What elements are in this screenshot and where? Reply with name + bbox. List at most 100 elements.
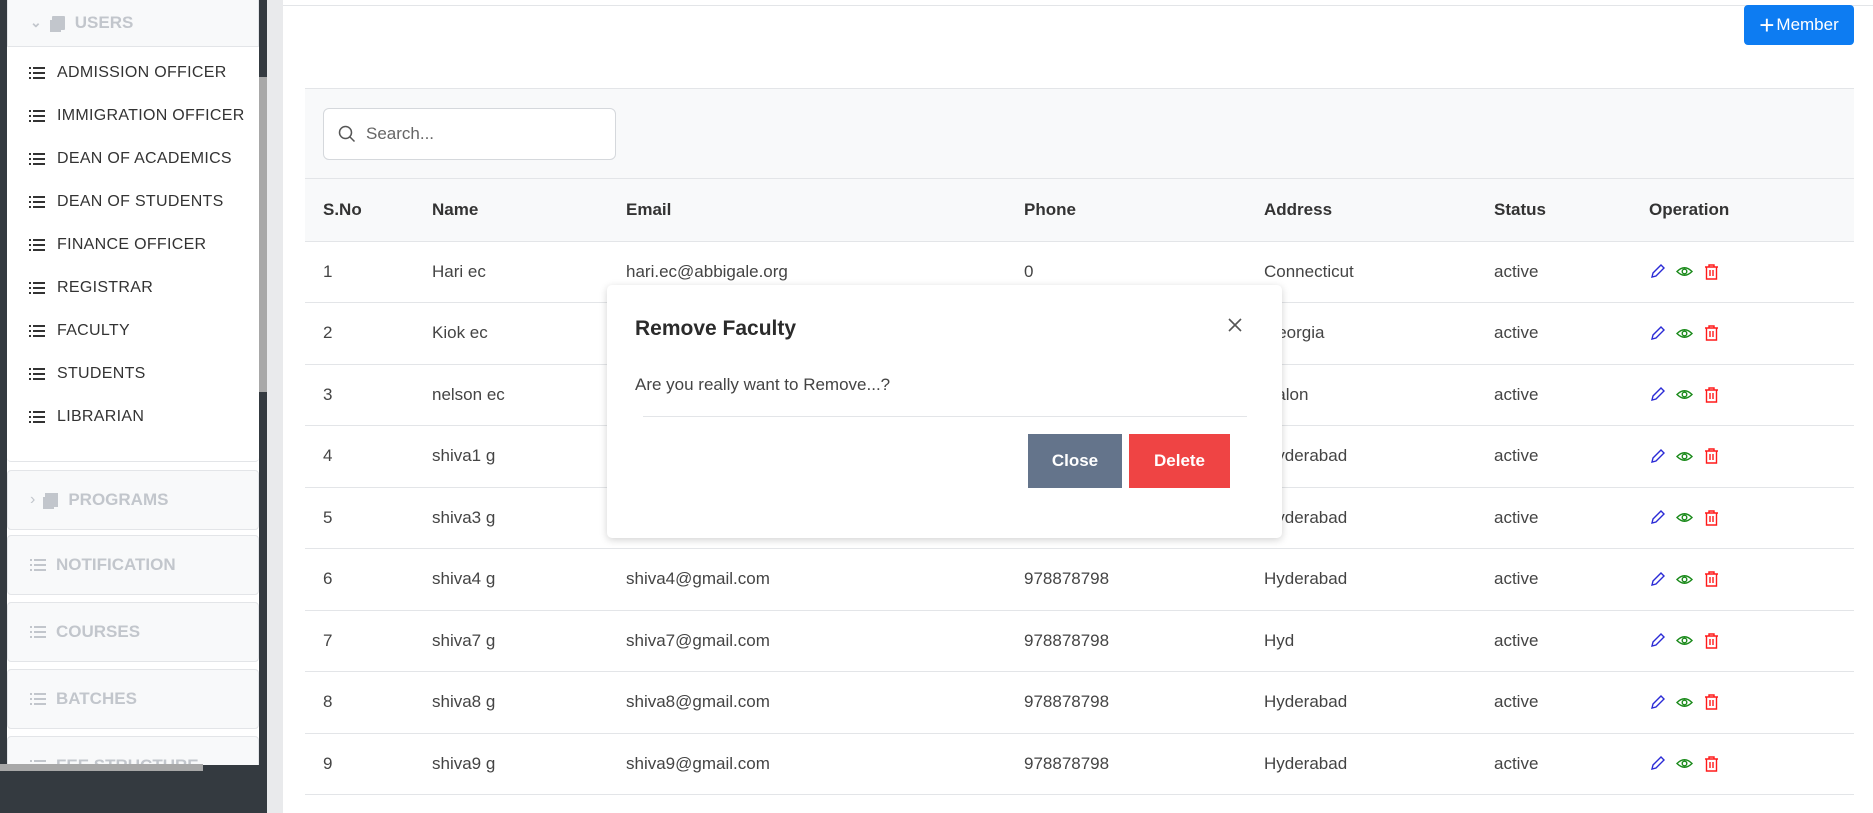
cell-sno: 3 xyxy=(305,364,432,426)
delete-icon[interactable] xyxy=(1703,632,1720,650)
cell-address: Georgia xyxy=(1264,302,1494,365)
table-toolbar xyxy=(305,89,1854,179)
cell-address: Hyderabad xyxy=(1264,548,1494,611)
column-header-name: Name xyxy=(432,179,626,242)
cell-email: shiva8@gmail.com xyxy=(626,671,1024,734)
sidebar-vertical-scrollbar[interactable] xyxy=(259,77,267,392)
cell-name: shiva9 g xyxy=(432,733,626,795)
delete-icon[interactable] xyxy=(1703,386,1720,404)
sidebar-item-label: DEAN OF STUDENTS xyxy=(57,193,224,210)
view-icon[interactable] xyxy=(1676,755,1693,772)
cell-address: Connecticut xyxy=(1264,241,1494,303)
cell-operation xyxy=(1649,302,1854,365)
cell-operation xyxy=(1649,610,1854,672)
delete-icon[interactable] xyxy=(1703,447,1720,465)
column-header-operation: Operation xyxy=(1649,179,1854,242)
view-icon[interactable] xyxy=(1676,694,1693,711)
view-icon[interactable] xyxy=(1676,386,1693,403)
cell-sno: 9 xyxy=(305,733,432,795)
cell-phone: 978878798 xyxy=(1024,548,1264,611)
sidebar-item-faculty[interactable]: FACULTY xyxy=(29,322,130,340)
sidebar-item-label: REGISTRAR xyxy=(57,279,154,296)
sidebar-section-users[interactable]: ⌄ USERS xyxy=(7,0,259,47)
cell-name: shiva3 g xyxy=(432,487,626,549)
cell-address: Hyd xyxy=(1264,610,1494,672)
cell-sno: 7 xyxy=(305,610,432,672)
edit-icon[interactable] xyxy=(1649,448,1666,465)
cell-address: Halon xyxy=(1264,364,1494,426)
cell-phone: 978878798 xyxy=(1024,610,1264,672)
column-header-status: Status xyxy=(1494,179,1649,242)
remove-faculty-modal: Remove Faculty Are you really want to Re… xyxy=(607,285,1282,538)
table-row: 7 shiva7 g shiva7@gmail.com 978878798 Hyd act… xyxy=(305,610,1854,672)
view-icon[interactable] xyxy=(1676,632,1693,649)
edit-icon[interactable] xyxy=(1649,509,1666,526)
sidebar-item-label: ADMISSION OFFICER xyxy=(57,64,227,81)
edit-icon[interactable] xyxy=(1649,755,1666,772)
edit-icon[interactable] xyxy=(1649,325,1666,342)
sidebar-section-label: COURSES xyxy=(56,622,141,641)
cell-status: active xyxy=(1494,302,1649,365)
cell-name: Hari ec xyxy=(432,241,626,303)
sidebar-item-immigration-officer[interactable]: IMMIGRATION OFFICER xyxy=(29,107,245,125)
edit-icon[interactable] xyxy=(1649,632,1666,649)
sidebar-item-dean-of-academics[interactable]: DEAN OF ACADEMICS xyxy=(29,150,232,168)
cell-address: Hyderabad xyxy=(1264,733,1494,795)
delete-icon[interactable] xyxy=(1703,509,1720,527)
sidebar-item-admission-officer[interactable]: ADMISSION OFFICER xyxy=(29,64,227,82)
sidebar-section-label: USERS xyxy=(74,12,134,32)
edit-icon[interactable] xyxy=(1649,386,1666,403)
close-icon[interactable] xyxy=(1227,317,1243,338)
view-icon[interactable] xyxy=(1676,571,1693,588)
edit-icon[interactable] xyxy=(1649,694,1666,711)
sidebar-item-registrar[interactable]: REGISTRAR xyxy=(29,279,153,297)
cell-operation xyxy=(1649,364,1854,426)
sidebar-section-courses[interactable]: COURSES xyxy=(7,602,259,662)
view-icon[interactable] xyxy=(1676,509,1693,526)
cell-operation xyxy=(1649,733,1854,795)
sidebar-horizontal-scrollbar[interactable] xyxy=(0,764,203,771)
list-icon xyxy=(29,67,45,79)
sidebar-item-students[interactable]: STUDENTS xyxy=(29,365,146,383)
cell-name: nelson ec xyxy=(432,364,626,426)
cell-sno: 8 xyxy=(305,671,432,734)
table-row: 6 shiva4 g shiva4@gmail.com 978878798 Hydera… xyxy=(305,548,1854,611)
add-member-button[interactable]: + Member xyxy=(1744,5,1854,45)
column-header-email: Email xyxy=(626,179,1024,242)
sidebar-item-label: STUDENTS xyxy=(57,365,146,382)
search-box[interactable] xyxy=(323,108,616,160)
list-icon xyxy=(30,693,46,705)
search-input[interactable] xyxy=(366,124,586,144)
sidebar-section-notification[interactable]: NOTIFICATION xyxy=(7,535,259,595)
delete-icon[interactable] xyxy=(1703,693,1720,711)
sidebar-section-programs[interactable]: › PROGRAMS xyxy=(7,470,259,530)
sidebar-section-fee-structure[interactable]: FEE STRUCTURE xyxy=(7,736,259,765)
cell-email: shiva9@gmail.com xyxy=(626,733,1024,795)
sidebar-panel: ⌄ USERS ADMISSION OFFICER IMMIGRATION OFF… xyxy=(7,0,259,765)
column-header-address: Address xyxy=(1264,179,1494,242)
sidebar-section-batches[interactable]: BATCHES xyxy=(7,669,259,729)
sidebar-item-label: IMMIGRATION OFFICER xyxy=(57,107,245,124)
delete-icon[interactable] xyxy=(1703,324,1720,342)
list-icon xyxy=(29,239,45,251)
modal-title: Remove Faculty xyxy=(635,317,797,340)
delete-icon[interactable] xyxy=(1703,755,1720,773)
sidebar-section-label: NOTIFICATION xyxy=(56,555,176,574)
view-icon[interactable] xyxy=(1676,448,1693,465)
copy-icon xyxy=(45,493,59,507)
close-button[interactable]: Close xyxy=(1028,434,1122,488)
cell-address: Hyderabad xyxy=(1264,425,1494,488)
edit-icon[interactable] xyxy=(1649,263,1666,280)
sidebar-section-label: PROGRAMS xyxy=(68,490,169,509)
sidebar-item-finance-officer[interactable]: FINANCE OFFICER xyxy=(29,236,206,254)
sidebar-item-dean-of-students[interactable]: DEAN OF STUDENTS xyxy=(29,193,224,211)
view-icon[interactable] xyxy=(1676,263,1693,280)
cell-operation xyxy=(1649,548,1854,611)
delete-icon[interactable] xyxy=(1703,570,1720,588)
delete-icon[interactable] xyxy=(1703,263,1720,281)
edit-icon[interactable] xyxy=(1649,571,1666,588)
view-icon[interactable] xyxy=(1676,325,1693,342)
delete-button[interactable]: Delete xyxy=(1129,434,1230,488)
list-icon xyxy=(29,325,45,337)
cell-address: Hyderabad xyxy=(1264,671,1494,734)
